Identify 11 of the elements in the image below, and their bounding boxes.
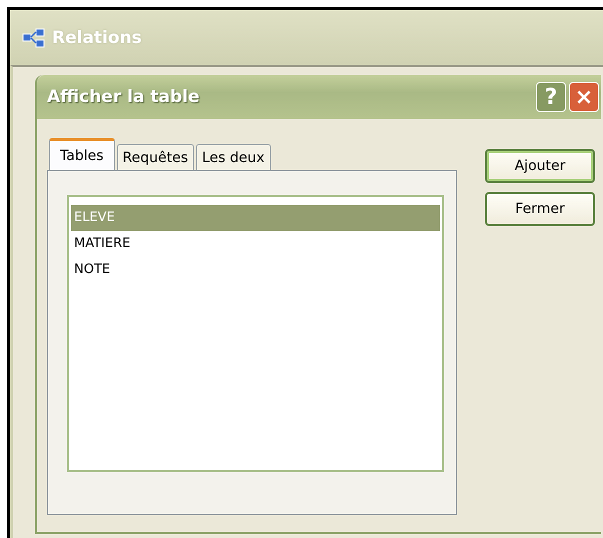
dialog-title: Afficher la table: [47, 87, 200, 107]
window-title: Relations: [52, 28, 142, 48]
tab[interactable]: Les deux: [196, 144, 271, 171]
dialog-button[interactable]: Fermer: [485, 192, 595, 226]
list-item[interactable]: NOTE: [71, 257, 440, 283]
list-item[interactable]: MATIERE: [71, 231, 440, 257]
tab[interactable]: Requêtes: [116, 144, 194, 171]
relations-icon: [22, 28, 46, 48]
close-button[interactable]: ×: [569, 82, 599, 112]
tab[interactable]: Tables: [49, 138, 114, 171]
dialog-button[interactable]: Ajouter: [485, 149, 595, 183]
